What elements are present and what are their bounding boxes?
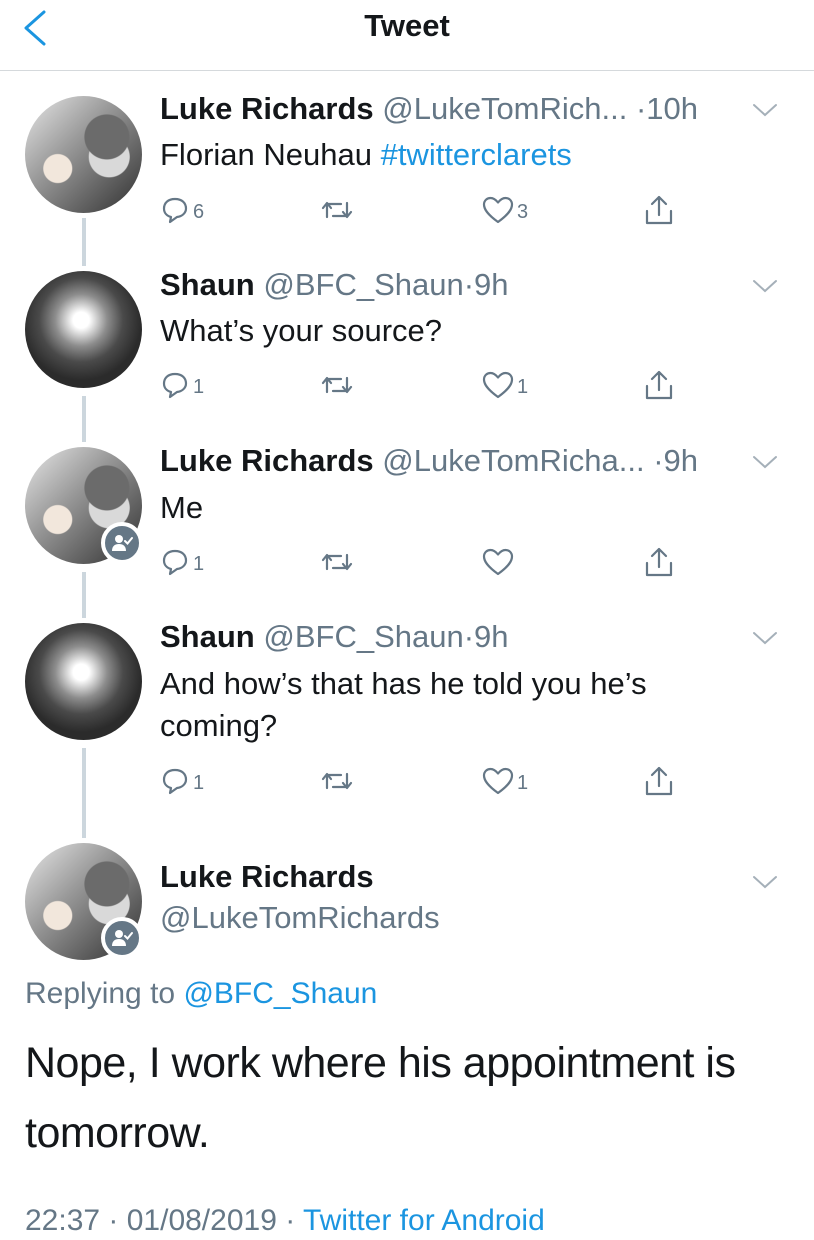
retweet-button[interactable] — [320, 195, 354, 225]
author-handle[interactable]: @BFC_Shaun — [263, 267, 463, 302]
retweet-icon — [321, 772, 353, 790]
share-button[interactable] — [643, 368, 675, 402]
retweet-icon — [321, 201, 353, 219]
share-button[interactable] — [643, 545, 675, 579]
author-name[interactable]: Luke Richards — [160, 91, 374, 126]
share-icon — [645, 195, 673, 225]
share-icon — [645, 766, 673, 796]
author-handle[interactable]: @LukeTomRichards — [160, 900, 440, 936]
author-handle[interactable]: @LukeTomRicha... — [382, 443, 644, 478]
thread-line — [82, 218, 86, 266]
timestamp[interactable]: ·9h — [653, 443, 698, 478]
like-button[interactable]: 3 — [482, 195, 528, 225]
reply-count: 1 — [193, 552, 205, 575]
retweet-button[interactable] — [320, 766, 354, 796]
reply-count: 6 — [193, 200, 205, 223]
tweet-text: Florian Neuhau #twittercla­rets — [160, 134, 760, 176]
follows-you-badge — [101, 522, 143, 564]
author-name[interactable]: Shaun — [160, 267, 255, 302]
like-icon — [482, 548, 514, 576]
avatar[interactable] — [25, 271, 142, 388]
replying-to: Replying to @BFC_Shaun — [25, 977, 377, 1011]
author-name[interactable]: Luke Richards — [160, 443, 374, 478]
timestamp[interactable]: ·9h — [464, 619, 509, 654]
follows-you-badge — [101, 917, 143, 959]
follows-you-badge-icon — [112, 535, 133, 551]
share-button[interactable] — [643, 193, 675, 227]
reply-icon — [162, 197, 188, 224]
author-name[interactable]: Shaun — [160, 619, 255, 654]
top-bar: Tweet — [0, 0, 814, 71]
reply-icon — [162, 372, 188, 399]
retweet-icon — [321, 553, 353, 571]
timestamp[interactable]: ·10h — [636, 91, 698, 126]
tweet-header: Luke Richards @LukeTomRich... ·10h — [160, 91, 698, 127]
share-icon — [645, 547, 673, 577]
retweet-button[interactable] — [320, 547, 354, 577]
author-handle[interactable]: @BFC_Shaun — [263, 619, 463, 654]
hashtag-link[interactable]: #twittercla­rets — [381, 137, 572, 172]
tweet-text-plain: Florian Neuhau — [160, 137, 381, 172]
reply-button[interactable]: 1 — [160, 370, 204, 400]
tweet-text: Me — [160, 490, 204, 525]
share-icon — [645, 370, 673, 400]
like-icon — [482, 371, 514, 399]
avatar[interactable] — [25, 96, 142, 213]
share-button[interactable] — [643, 764, 675, 798]
reply-button[interactable]: 1 — [160, 766, 204, 796]
replying-to-link[interactable]: @BFC_Shaun — [183, 977, 377, 1010]
reply-icon — [162, 549, 188, 576]
tweet-text: Nope, I work where his appointment is to… — [25, 1039, 736, 1157]
author-handle[interactable]: @LukeTomRich... — [382, 91, 627, 126]
follows-you-badge-icon — [112, 930, 133, 946]
reply-count: 1 — [193, 771, 205, 794]
tweet-header: Shaun @BFC_Shaun·9h — [160, 619, 509, 655]
tweet-source-link[interactable]: Twitter for Android — [303, 1204, 545, 1237]
like-count: 1 — [517, 375, 529, 398]
reply-button[interactable]: 1 — [160, 547, 204, 577]
tweet-header: Luke Richards @LukeTomRicha... ·9h — [160, 443, 698, 479]
tweet-header: Shaun @BFC_Shaun·9h — [160, 267, 509, 303]
author-name[interactable]: Luke Richards — [160, 859, 374, 895]
like-button[interactable]: 1 — [482, 370, 528, 400]
reply-count: 1 — [193, 375, 205, 398]
tweet-text-line: And how’s that has he told you he’s — [160, 666, 647, 701]
tweet-text-line: coming? — [160, 708, 278, 743]
like-button[interactable]: 1 — [482, 766, 528, 796]
timestamp[interactable]: ·9h — [464, 267, 509, 302]
like-icon — [482, 767, 514, 795]
like-count: 1 — [517, 771, 529, 794]
tweet-text: What’s your source? — [160, 313, 442, 348]
thread-line — [82, 572, 86, 618]
chevron-down-icon[interactable] — [752, 630, 778, 646]
tweet-timestamp: 22:37 · 01/08/2019 · — [25, 1204, 303, 1237]
like-button[interactable] — [482, 547, 517, 577]
page-title: Tweet — [364, 8, 450, 43]
chevron-down-icon[interactable] — [752, 102, 778, 118]
reply-button[interactable]: 6 — [160, 195, 204, 225]
replying-to-label: Replying to — [25, 977, 184, 1010]
avatar[interactable] — [25, 623, 142, 740]
retweet-icon — [321, 376, 353, 394]
like-icon — [482, 196, 514, 224]
reply-icon — [162, 768, 188, 795]
thread-line — [82, 748, 86, 838]
chevron-down-icon[interactable] — [752, 278, 778, 294]
tweet-text: And how’s that has he told you he’s comi… — [160, 663, 760, 747]
retweet-button[interactable] — [320, 370, 354, 400]
like-count: 3 — [517, 200, 529, 223]
chevron-down-icon[interactable] — [752, 454, 778, 470]
chevron-down-icon[interactable] — [752, 874, 778, 890]
thread-line — [82, 396, 86, 442]
tweet-meta: 22:37 · 01/08/2019 · Twitter for Android — [25, 1204, 545, 1238]
